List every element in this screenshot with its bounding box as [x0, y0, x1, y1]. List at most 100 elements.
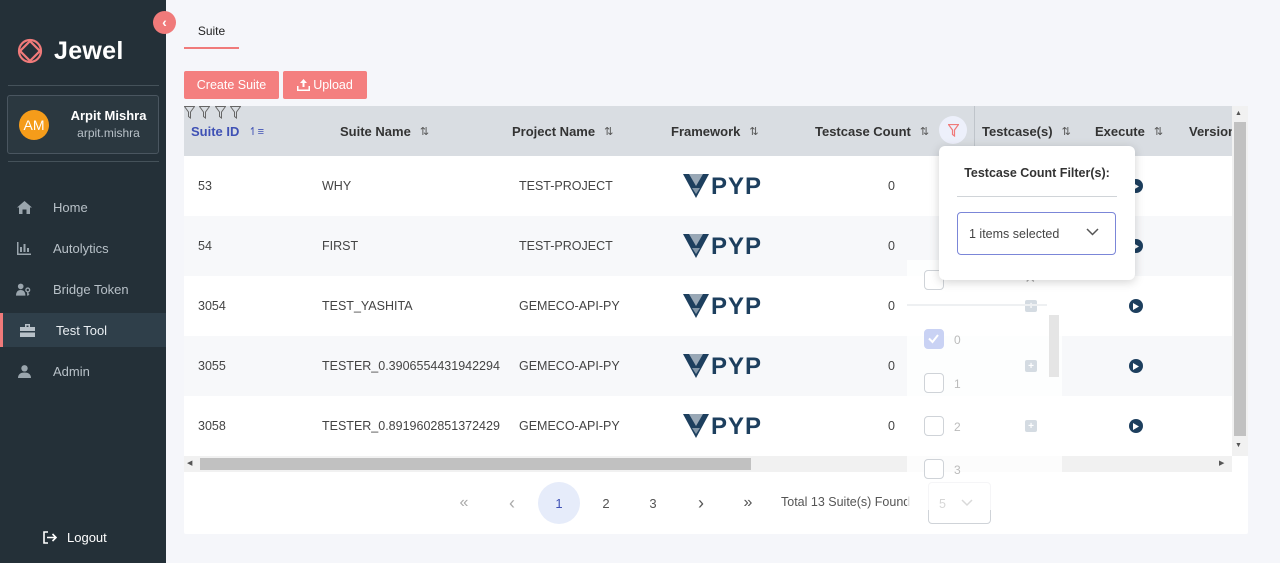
column-header-version[interactable]: Version: [1189, 106, 1232, 156]
logout-label: Logout: [67, 530, 107, 545]
suite-id: 3058: [198, 419, 226, 433]
framework-logo: PYP: [682, 352, 766, 380]
testcase-count: 0: [888, 239, 895, 253]
toolbox-icon: [19, 323, 35, 337]
logo: Jewel: [14, 32, 124, 70]
suite-name: FIRST: [322, 239, 359, 253]
execute-button[interactable]: [1129, 336, 1143, 396]
filter-active-button[interactable]: [939, 116, 967, 144]
framework-name: PYP: [711, 293, 763, 320]
sidebar-item-admin[interactable]: Admin: [0, 354, 166, 388]
upload-icon: [297, 79, 311, 91]
page-button-3[interactable]: 3: [632, 482, 674, 524]
filter-options-list: × 0 1 2 3: [907, 260, 1062, 510]
user-card[interactable]: AM Arpit Mishra arpit.mishra: [7, 95, 159, 154]
scroll-thumb[interactable]: [1234, 122, 1246, 436]
option-label[interactable]: 1: [954, 377, 961, 391]
scroll-down-icon[interactable]: ▼: [1235, 442, 1242, 449]
testcase-count: 0: [888, 179, 895, 193]
user-icon: [16, 364, 32, 378]
pyp-logo-icon: [683, 174, 709, 198]
logout-button[interactable]: Logout: [43, 530, 107, 545]
execute-button[interactable]: [1129, 276, 1143, 336]
option-checkbox[interactable]: [924, 459, 944, 479]
next-page-button[interactable]: ›: [680, 482, 722, 524]
suite-name: TEST_YASHITA: [322, 299, 413, 313]
pyp-logo-icon: [683, 414, 709, 438]
scroll-thumb[interactable]: [200, 458, 751, 470]
column-header-suite-name[interactable]: Suite Name ⇅: [340, 106, 429, 156]
sidebar-item-bridge-token[interactable]: Bridge Token: [0, 272, 166, 306]
scroll-right-icon[interactable]: ▶: [1219, 459, 1224, 467]
sidebar: Jewel AM Arpit Mishra arpit.mishra Home …: [0, 0, 166, 563]
sidebar-item-home[interactable]: Home: [0, 190, 166, 224]
last-page-button[interactable]: »: [727, 482, 769, 524]
first-page-button[interactable]: «: [443, 482, 485, 524]
column-label: Suite ID: [191, 123, 240, 139]
filter-selected-value: 1 items selected: [969, 227, 1060, 241]
table-row[interactable]: 3055 TESTER_0.3906554431942294 GEMECO-AP…: [184, 336, 1232, 396]
sidebar-item-autolytics[interactable]: Autolytics: [0, 231, 166, 265]
option-label[interactable]: 3: [954, 463, 961, 477]
option-label[interactable]: 2: [954, 420, 961, 434]
option-checkbox-checked[interactable]: [924, 329, 944, 349]
option-checkbox[interactable]: [924, 373, 944, 393]
table-row[interactable]: 3058 TESTER_0.8919602851372429 GEMECO-AP…: [184, 396, 1232, 456]
page-button-1[interactable]: 1: [538, 482, 580, 524]
divider: [907, 304, 1047, 306]
column-label: Testcase Count: [815, 123, 911, 139]
sort-asc-icon[interactable]: ↿≡: [248, 125, 264, 138]
sidebar-item-label: Test Tool: [56, 322, 108, 338]
horizontal-scrollbar[interactable]: ◀ ▶: [184, 456, 1232, 472]
logout-icon: [43, 531, 57, 544]
framework-name: PYP: [711, 173, 763, 200]
testcase-count: 0: [888, 299, 895, 313]
suite-id: 3055: [198, 359, 226, 373]
scroll-left-icon[interactable]: ◀: [187, 459, 192, 467]
filter-title: Testcase Count Filter(s):: [964, 166, 1110, 180]
framework-logo: PYP: [682, 232, 766, 260]
vertical-scrollbar[interactable]: ▲ ▼: [1232, 106, 1248, 456]
sort-icon[interactable]: ⇅: [420, 125, 429, 138]
sort-icon[interactable]: ⇅: [1154, 125, 1163, 138]
filter-multiselect[interactable]: 1 items selected: [957, 212, 1116, 255]
play-icon: [1133, 422, 1139, 430]
sidebar-item-label: Admin: [53, 363, 90, 379]
column-label: Framework: [671, 123, 741, 139]
divider: [957, 196, 1117, 197]
sort-icon[interactable]: ⇅: [749, 125, 758, 138]
execute-button[interactable]: [1129, 396, 1143, 456]
create-suite-button[interactable]: Create Suite: [184, 71, 279, 99]
sidebar-item-label: Autolytics: [53, 240, 109, 256]
play-icon: [1133, 302, 1139, 310]
chevron-down-icon: [1086, 228, 1099, 236]
pyp-logo-icon: [683, 354, 709, 378]
sidebar-item-test-tool[interactable]: Test Tool: [0, 313, 166, 347]
suite-id: 53: [198, 179, 212, 193]
column-header-framework[interactable]: Framework ⇅: [671, 106, 759, 156]
prev-page-button[interactable]: ‹: [491, 482, 533, 524]
framework-logo: PYP: [682, 172, 766, 200]
option-label[interactable]: 0: [954, 333, 961, 347]
collapse-sidebar-button[interactable]: ‹: [153, 11, 176, 34]
table-row[interactable]: 3054 TEST_YASHITA GEMECO-API-PY PYP 0 +: [184, 276, 1232, 336]
app-name: Jewel: [54, 36, 124, 65]
suite-id: 3054: [198, 299, 226, 313]
options-scrollbar[interactable]: [1049, 315, 1059, 377]
sort-icon[interactable]: ⇅: [1062, 125, 1071, 138]
scroll-up-icon[interactable]: ▲: [1235, 110, 1242, 117]
framework-name: PYP: [711, 353, 763, 380]
sort-icon[interactable]: ⇅: [604, 125, 613, 138]
column-label: Version: [1189, 123, 1232, 139]
option-checkbox[interactable]: [924, 416, 944, 436]
column-header-project-name[interactable]: Project Name ⇅: [512, 106, 613, 156]
suite-id: 54: [198, 239, 212, 253]
upload-button[interactable]: Upload: [283, 71, 367, 99]
column-label: Execute: [1095, 123, 1145, 139]
sort-icon[interactable]: ⇅: [920, 125, 929, 138]
column-header-suite-id[interactable]: Suite ID ↿≡: [191, 106, 264, 156]
testcase-count: 0: [888, 359, 895, 373]
column-header-testcase-count[interactable]: Testcase Count ⇅: [815, 106, 929, 156]
tab-suite[interactable]: Suite: [184, 20, 239, 49]
page-button-2[interactable]: 2: [585, 482, 627, 524]
